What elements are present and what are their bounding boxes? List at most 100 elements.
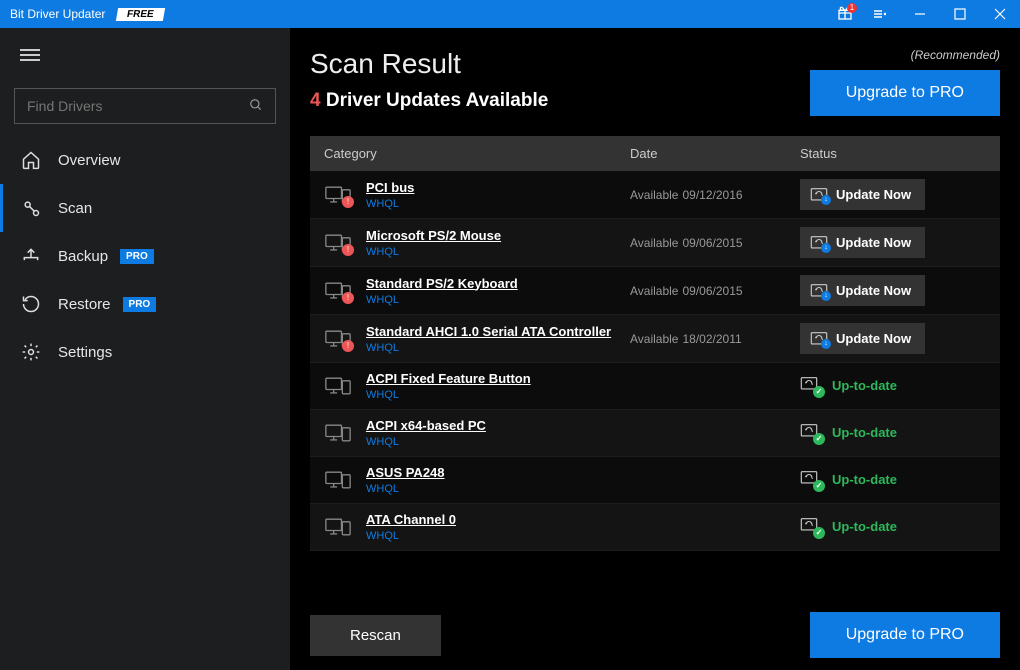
driver-name-cell: ACPI Fixed Feature Button WHQL: [366, 371, 630, 401]
gear-icon: [20, 342, 42, 362]
refresh-icon: ↓: [810, 284, 828, 298]
refresh-check-icon: ✓: [800, 377, 822, 395]
driver-status: ✓Up-to-date: [800, 471, 1000, 490]
subtitle: 4 Driver Updates Available: [310, 90, 548, 112]
nav-label: Overview: [58, 152, 121, 169]
whql-label: WHQL: [366, 389, 630, 401]
minimize-icon[interactable]: [900, 0, 940, 28]
hamburger-icon[interactable]: [0, 34, 290, 76]
device-icon: !: [310, 232, 366, 254]
up-to-date-label: ✓Up-to-date: [800, 424, 897, 442]
driver-name[interactable]: ACPI x64-based PC: [366, 418, 630, 433]
menu-dash-icon[interactable]: [860, 0, 900, 28]
app-title: Bit Driver Updater: [10, 7, 105, 21]
device-icon: [310, 516, 366, 538]
driver-name[interactable]: ACPI Fixed Feature Button: [366, 371, 630, 386]
driver-name-cell: PCI bus WHQL: [366, 180, 630, 210]
col-date: Date: [630, 146, 800, 161]
column-headers: Category Date Status: [310, 136, 1000, 171]
restore-icon: [20, 294, 42, 314]
nav-label: Settings: [58, 344, 112, 361]
up-to-date-label: ✓Up-to-date: [800, 377, 897, 395]
driver-date: Available09/06/2015: [630, 284, 800, 298]
nav-label: Backup: [58, 248, 108, 265]
driver-row: ! PCI bus WHQL Available09/12/2016 ↓Upda…: [310, 171, 1000, 219]
sidebar-item-backup[interactable]: Backup PRO: [0, 232, 290, 280]
home-icon: [20, 150, 42, 170]
device-icon: [310, 469, 366, 491]
pro-badge: PRO: [123, 297, 157, 312]
whql-label: WHQL: [366, 530, 630, 542]
refresh-check-icon: ✓: [800, 471, 822, 489]
title-bar: Bit Driver Updater FREE 1: [0, 0, 1020, 28]
driver-list[interactable]: Category Date Status ! PCI bus WHQL Avai…: [310, 136, 1000, 598]
update-now-button[interactable]: ↓Update Now: [800, 275, 925, 306]
sidebar-item-restore[interactable]: Restore PRO: [0, 280, 290, 328]
driver-name[interactable]: ASUS PA248: [366, 465, 630, 480]
device-icon: [310, 422, 366, 444]
driver-name-cell: Microsoft PS/2 Mouse WHQL: [366, 228, 630, 258]
sidebar: Overview Scan Backup PRO Restore PRO Set…: [0, 28, 290, 670]
scan-icon: [20, 198, 42, 218]
driver-name[interactable]: Microsoft PS/2 Mouse: [366, 228, 630, 243]
close-icon[interactable]: [980, 0, 1020, 28]
whql-label: WHQL: [366, 198, 630, 210]
whql-label: WHQL: [366, 342, 630, 354]
maximize-icon[interactable]: [940, 0, 980, 28]
driver-name[interactable]: PCI bus: [366, 180, 630, 195]
gift-count: 1: [847, 3, 857, 13]
sidebar-item-overview[interactable]: Overview: [0, 136, 290, 184]
refresh-check-icon: ✓: [800, 518, 822, 536]
driver-name[interactable]: Standard PS/2 Keyboard: [366, 276, 630, 291]
driver-status: ✓Up-to-date: [800, 424, 1000, 443]
driver-row: ! Standard PS/2 Keyboard WHQL Available0…: [310, 267, 1000, 315]
driver-status: ✓Up-to-date: [800, 518, 1000, 537]
device-icon: [310, 375, 366, 397]
refresh-icon: ↓: [810, 236, 828, 250]
device-icon: !: [310, 280, 366, 302]
upgrade-button[interactable]: Upgrade to PRO: [810, 70, 1000, 116]
col-status: Status: [800, 146, 1000, 161]
nav-label: Restore: [58, 296, 111, 313]
driver-row: ASUS PA248 WHQL ✓Up-to-date: [310, 457, 1000, 504]
update-now-button[interactable]: ↓Update Now: [800, 227, 925, 258]
sidebar-item-scan[interactable]: Scan: [0, 184, 290, 232]
nav-label: Scan: [58, 200, 92, 217]
driver-row: ACPI Fixed Feature Button WHQL ✓Up-to-da…: [310, 363, 1000, 410]
up-to-date-label: ✓Up-to-date: [800, 518, 897, 536]
refresh-icon: ↓: [810, 188, 828, 202]
sidebar-item-settings[interactable]: Settings: [0, 328, 290, 376]
search-icon: [249, 98, 263, 115]
driver-name[interactable]: Standard AHCI 1.0 Serial ATA Controller: [366, 324, 630, 339]
gift-icon[interactable]: 1: [830, 5, 860, 24]
driver-date: Available18/02/2011: [630, 332, 800, 346]
search-field[interactable]: [27, 98, 249, 114]
rescan-button[interactable]: Rescan: [310, 615, 441, 656]
update-now-button[interactable]: ↓Update Now: [800, 323, 925, 354]
device-icon: !: [310, 184, 366, 206]
upgrade-button-bottom[interactable]: Upgrade to PRO: [810, 612, 1000, 658]
driver-date: Available09/12/2016: [630, 188, 800, 202]
search-input[interactable]: [14, 88, 276, 124]
driver-name[interactable]: ATA Channel 0: [366, 512, 630, 527]
driver-name-cell: Standard AHCI 1.0 Serial ATA Controller …: [366, 324, 630, 354]
driver-name-cell: ATA Channel 0 WHQL: [366, 512, 630, 542]
whql-label: WHQL: [366, 483, 630, 495]
driver-date: Available09/06/2015: [630, 236, 800, 250]
page-title: Scan Result: [310, 48, 548, 80]
content-area: Scan Result 4 Driver Updates Available (…: [290, 28, 1020, 670]
driver-row: ! Standard AHCI 1.0 Serial ATA Controlle…: [310, 315, 1000, 363]
free-badge: FREE: [116, 8, 165, 21]
driver-status: ✓Up-to-date: [800, 377, 1000, 396]
refresh-icon: ↓: [810, 332, 828, 346]
driver-name-cell: ACPI x64-based PC WHQL: [366, 418, 630, 448]
driver-row: ACPI x64-based PC WHQL ✓Up-to-date: [310, 410, 1000, 457]
driver-status: ↓Update Now: [800, 323, 1000, 354]
driver-row: ! Microsoft PS/2 Mouse WHQL Available09/…: [310, 219, 1000, 267]
whql-label: WHQL: [366, 436, 630, 448]
driver-name-cell: Standard PS/2 Keyboard WHQL: [366, 276, 630, 306]
pro-badge: PRO: [120, 249, 154, 264]
update-now-button[interactable]: ↓Update Now: [800, 179, 925, 210]
device-icon: !: [310, 328, 366, 350]
col-category: Category: [310, 146, 630, 161]
